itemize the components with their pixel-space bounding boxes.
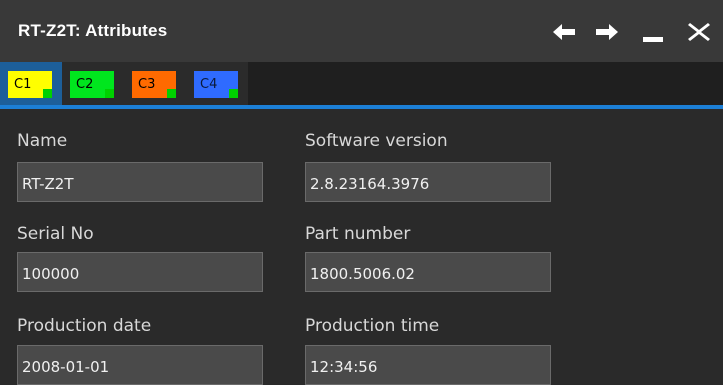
tab-label-c3: C3	[138, 77, 156, 92]
forward-arrow-icon	[596, 24, 618, 40]
forward-button[interactable]	[594, 20, 620, 44]
part-number-field[interactable]: 1800.5006.02	[305, 252, 551, 292]
close-icon	[688, 23, 710, 41]
minimize-button[interactable]	[640, 20, 666, 44]
channel-status-indicator	[43, 89, 52, 98]
close-button[interactable]	[686, 20, 712, 44]
software-version-label: Software version	[305, 131, 448, 151]
channel-status-indicator	[229, 89, 238, 98]
c2-channel-chip: C2	[70, 71, 114, 98]
production-time-label: Production time	[305, 316, 440, 336]
tab-label-c2: C2	[76, 77, 94, 92]
channel-status-indicator	[167, 89, 176, 98]
tab-label-c4: C4	[200, 77, 218, 92]
production-time-field[interactable]: 12:34:56	[305, 345, 551, 385]
serial-no-field[interactable]: 100000	[17, 252, 263, 292]
name-field[interactable]: RT-Z2T	[17, 162, 263, 202]
tab-c2[interactable]: C2	[62, 62, 124, 105]
tab-c4[interactable]: C4	[186, 62, 248, 105]
production-date-field[interactable]: 2008-01-01	[17, 345, 263, 385]
tab-c3[interactable]: C3	[124, 62, 186, 105]
production-date-label: Production date	[17, 316, 152, 336]
software-version-field[interactable]: 2.8.23164.3976	[305, 162, 551, 202]
tab-underline-accent	[0, 105, 723, 109]
minimize-icon	[643, 37, 663, 42]
window-title: RT-Z2T: Attributes	[18, 21, 168, 40]
c4-channel-chip: C4	[194, 71, 238, 98]
c1-channel-chip: C1	[8, 71, 52, 98]
tab-label-c1: C1	[14, 77, 32, 92]
back-arrow-icon	[553, 24, 575, 40]
serial-no-label: Serial No	[17, 224, 94, 244]
part-number-label: Part number	[305, 224, 411, 244]
back-button[interactable]	[551, 20, 577, 44]
channel-status-indicator	[105, 89, 114, 98]
tab-c1[interactable]: C1	[0, 62, 62, 105]
c3-channel-chip: C3	[132, 71, 176, 98]
name-label: Name	[17, 131, 68, 151]
